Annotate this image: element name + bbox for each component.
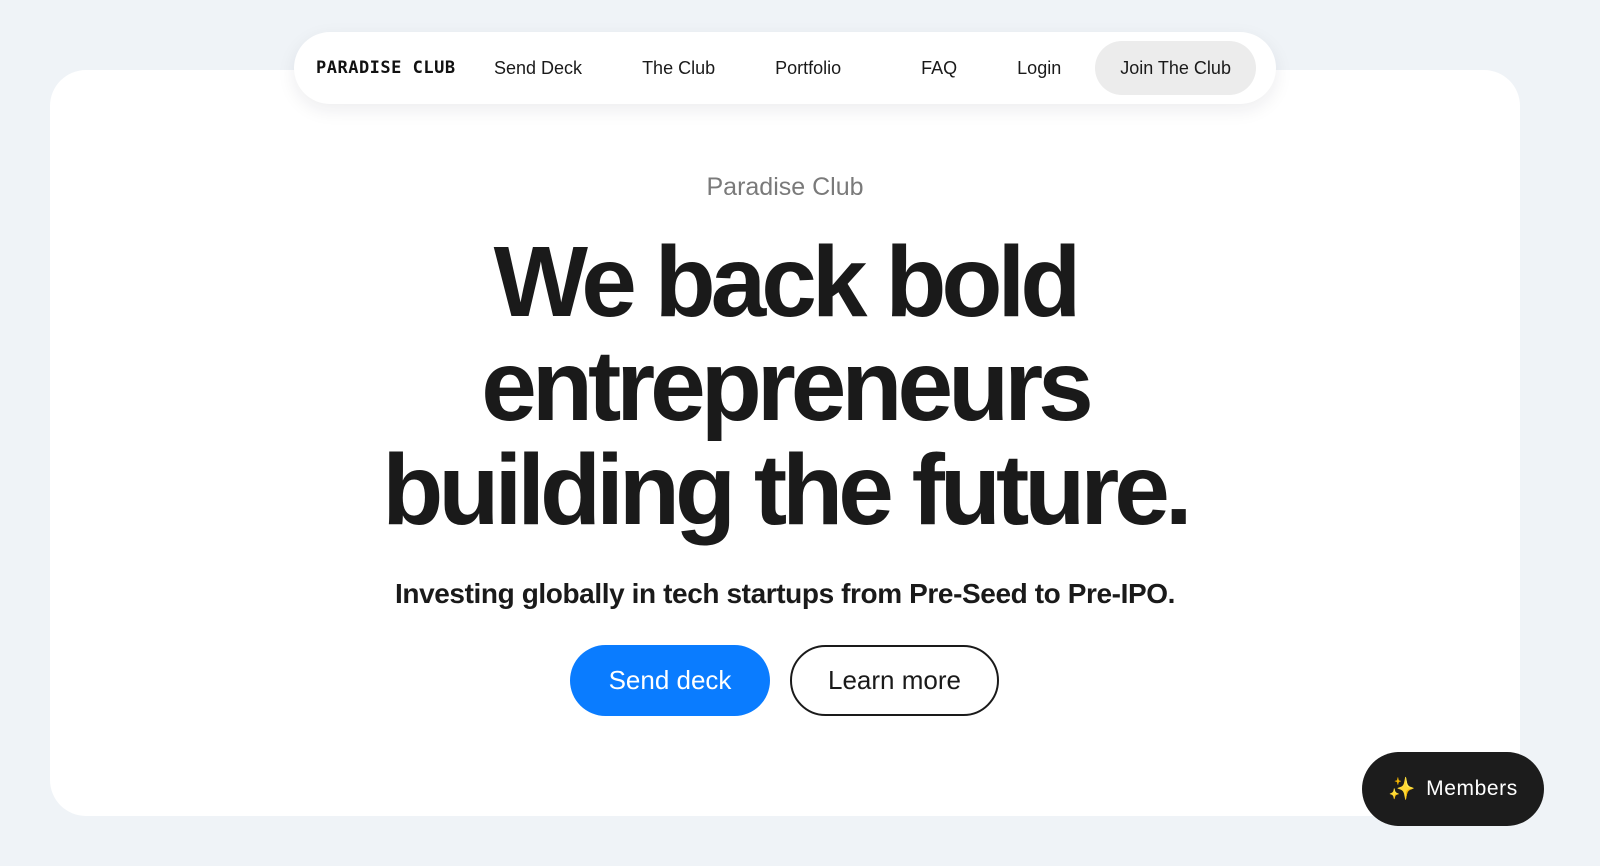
hero-subheadline: Investing globally in tech startups from…: [395, 578, 1175, 609]
brand-logo[interactable]: PARADISE CLUB: [316, 58, 494, 78]
nav-link-send-deck[interactable]: Send Deck: [494, 58, 582, 79]
headline-line-2: entrepreneurs: [481, 330, 1093, 442]
nav-link-portfolio[interactable]: Portfolio: [775, 58, 841, 79]
send-deck-button[interactable]: Send deck: [570, 645, 770, 716]
hero-headline: We back bold entrepreneurs building the …: [0, 230, 1570, 542]
nav-link-faq[interactable]: FAQ: [921, 58, 957, 79]
nav-link-the-club[interactable]: The Club: [642, 58, 715, 79]
hero-eyebrow: Paradise Club: [706, 173, 864, 201]
top-navbar: PARADISE CLUB Send Deck The Club Portfol…: [294, 32, 1276, 104]
headline-line-3: building the future.: [382, 434, 1192, 546]
join-the-club-button[interactable]: Join The Club: [1095, 41, 1256, 95]
members-button[interactable]: ✨ Members: [1362, 752, 1544, 826]
page: PARADISE CLUB Send Deck The Club Portfol…: [0, 0, 1600, 866]
headline-line-1: We back bold: [493, 226, 1082, 338]
sparkle-icon: ✨: [1388, 776, 1417, 801]
members-label: Members: [1426, 777, 1518, 800]
nav-link-login[interactable]: Login: [1017, 58, 1061, 79]
learn-more-button[interactable]: Learn more: [790, 645, 999, 716]
